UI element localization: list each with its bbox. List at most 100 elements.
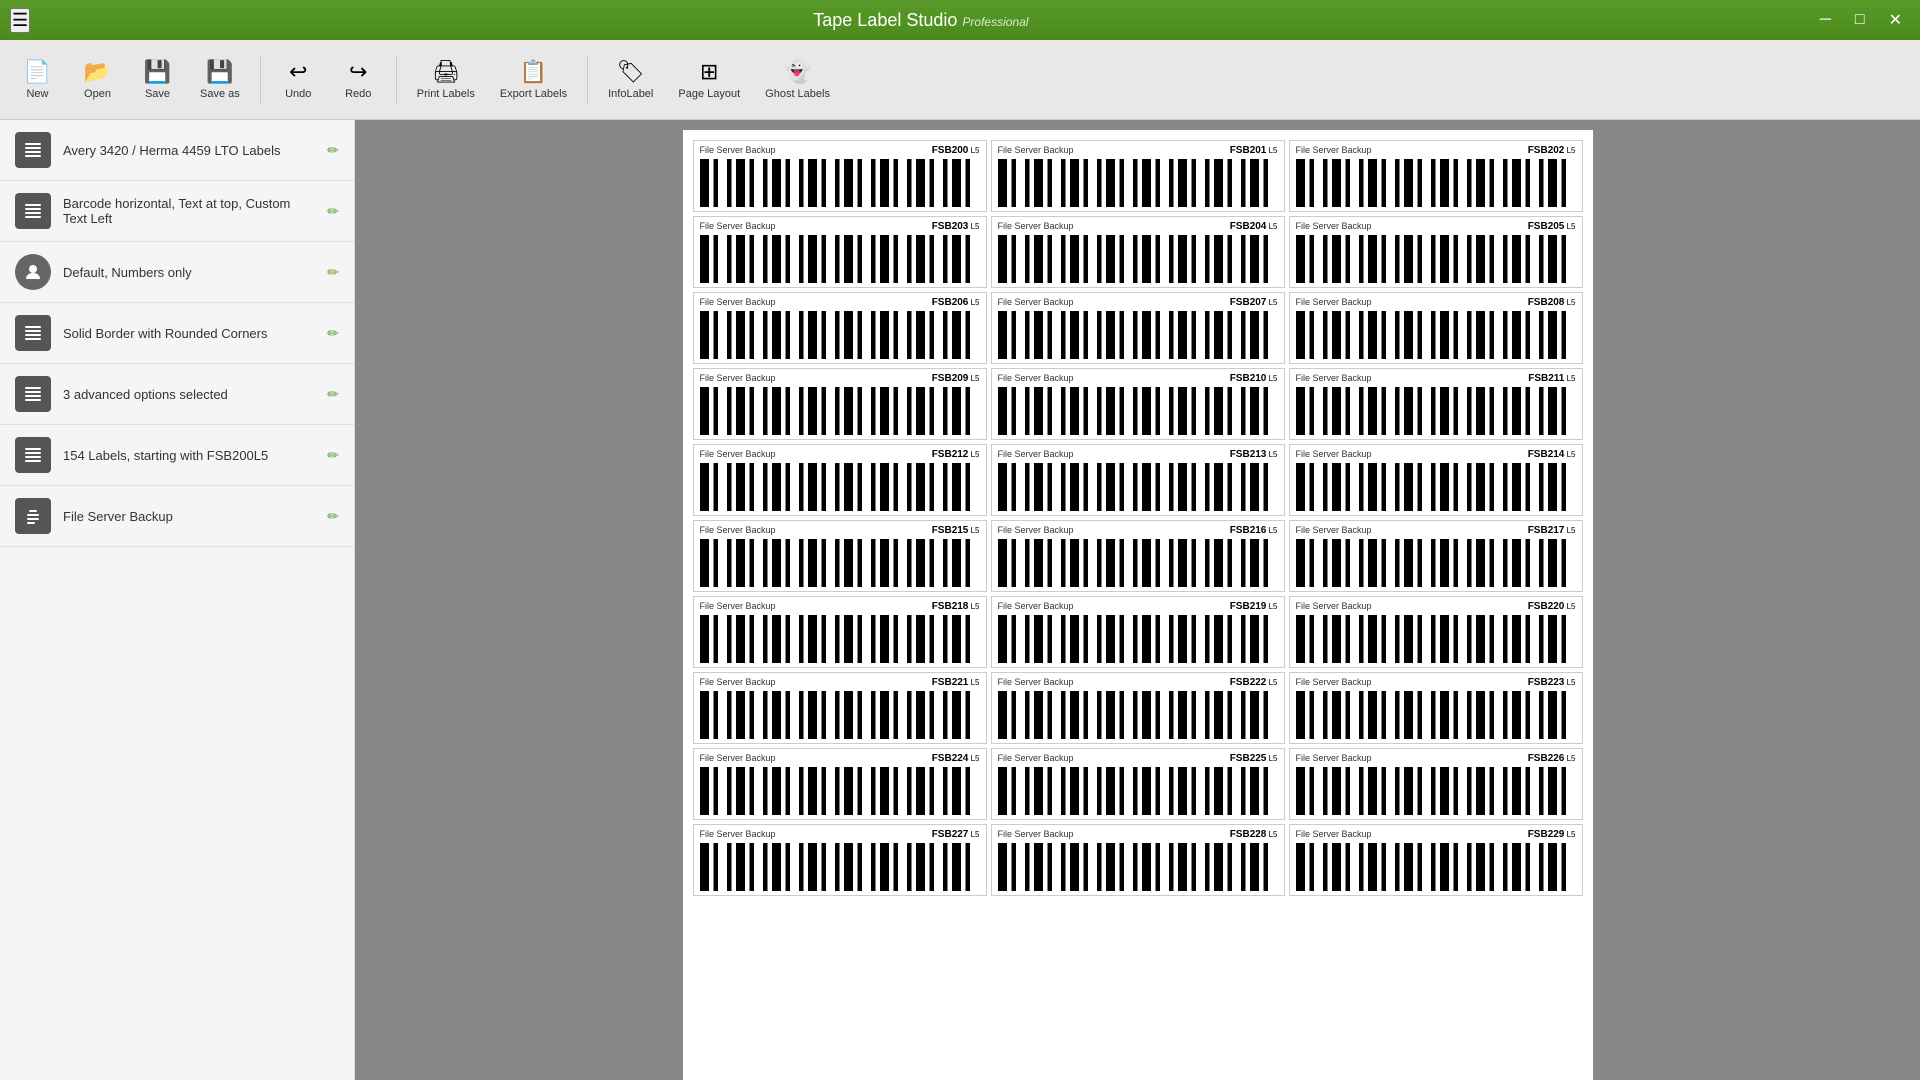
barcode-area	[998, 690, 1278, 739]
barcode-area	[700, 842, 980, 891]
label-cell: File Server Backup FSB229 L5	[1289, 824, 1583, 896]
label-cell: File Server Backup FSB209 L5	[693, 368, 987, 440]
label-suffix: L5	[1564, 526, 1575, 535]
toolbar-export[interactable]: 📋 Export Labels	[490, 54, 577, 105]
label-title-text: File Server Backup	[1296, 677, 1372, 688]
app-subtitle: Professional	[962, 15, 1028, 29]
label-suffix: L5	[968, 754, 979, 763]
barcode-area	[700, 462, 980, 511]
border-edit[interactable]: ✏	[327, 325, 339, 342]
count-icon	[15, 437, 51, 473]
label-suffix: L5	[968, 602, 979, 611]
export-icon: 📋	[520, 59, 547, 85]
label-title-text: File Server Backup	[700, 525, 776, 536]
label-suffix: L5	[1564, 146, 1575, 155]
infolabel-icon: 🏷	[617, 59, 645, 85]
barcode-area	[700, 386, 980, 435]
print-label: Print Labels	[417, 88, 475, 100]
label-code: FSB228 L5	[1230, 829, 1278, 840]
sidebar: Avery 3420 / Herma 4459 LTO Labels ✏ Bar…	[0, 120, 355, 1080]
label-header: File Server Backup FSB204 L5	[998, 221, 1278, 232]
toolbar-ghost-labels[interactable]: 👻 Ghost Labels	[755, 54, 840, 105]
barcode-area	[998, 842, 1278, 891]
toolbar-undo[interactable]: ↩ Undo	[271, 54, 326, 105]
label-header: File Server Backup FSB211 L5	[1296, 373, 1576, 384]
print-icon: 🖨	[432, 59, 460, 85]
layout-text: Barcode horizontal, Text at top, Custom …	[63, 196, 315, 226]
label-suffix: L5	[1266, 602, 1277, 611]
save-as-label: Save as	[200, 88, 240, 100]
toolbar-print[interactable]: 🖨 Print Labels	[407, 54, 485, 105]
layout-icon	[15, 193, 51, 229]
label-code: FSB220 L5	[1528, 601, 1576, 612]
barcode-area	[998, 158, 1278, 207]
advanced-icon	[15, 376, 51, 412]
label-code: FSB223 L5	[1528, 677, 1576, 688]
label-cell: File Server Backup FSB204 L5	[991, 216, 1285, 288]
toolbar-infolabel[interactable]: 🏷 InfoLabel	[598, 54, 663, 105]
minimize-button[interactable]: ─	[1812, 8, 1839, 32]
label-cell: File Server Backup FSB219 L5	[991, 596, 1285, 668]
label-cell: File Server Backup FSB211 L5	[1289, 368, 1583, 440]
toolbar-save[interactable]: 💾 Save	[130, 54, 185, 105]
text-edit[interactable]: ✏	[327, 508, 339, 525]
label-title-text: File Server Backup	[700, 145, 776, 156]
barcode-area	[1296, 234, 1576, 283]
label-cell: File Server Backup FSB210 L5	[991, 368, 1285, 440]
label-header: File Server Backup FSB203 L5	[700, 221, 980, 232]
label-type-icon	[15, 132, 51, 168]
label-code: FSB222 L5	[1230, 677, 1278, 688]
app-title-text: Tape Label Studio	[813, 10, 957, 30]
label-title-text: File Server Backup	[1296, 753, 1372, 764]
open-label: Open	[84, 88, 111, 100]
toolbar-redo[interactable]: ↪ Redo	[331, 54, 386, 105]
advanced-edit[interactable]: ✏	[327, 386, 339, 403]
toolbar-page-layout[interactable]: ⊞ Page Layout	[668, 54, 750, 105]
label-suffix: L5	[1564, 678, 1575, 687]
label-cell: File Server Backup FSB225 L5	[991, 748, 1285, 820]
barcode-area	[700, 310, 980, 359]
content-area[interactable]: File Server Backup FSB200 L5 File Server…	[355, 120, 1920, 1080]
label-header: File Server Backup FSB201 L5	[998, 145, 1278, 156]
sidebar-item-count[interactable]: 154 Labels, starting with FSB200L5 ✏	[0, 425, 354, 486]
label-header: File Server Backup FSB205 L5	[1296, 221, 1576, 232]
label-code: FSB201 L5	[1230, 145, 1278, 156]
sidebar-item-border[interactable]: Solid Border with Rounded Corners ✏	[0, 303, 354, 364]
barcode-area	[1296, 766, 1576, 815]
sidebar-item-layout[interactable]: Barcode horizontal, Text at top, Custom …	[0, 181, 354, 242]
label-header: File Server Backup FSB200 L5	[700, 145, 980, 156]
advanced-text: 3 advanced options selected	[63, 387, 315, 402]
label-header: File Server Backup FSB210 L5	[998, 373, 1278, 384]
barcode-area	[998, 462, 1278, 511]
label-cell: File Server Backup FSB222 L5	[991, 672, 1285, 744]
toolbar-open[interactable]: 📂 Open	[70, 54, 125, 105]
ghost-labels-icon: 👻	[784, 59, 811, 85]
label-title-text: File Server Backup	[1296, 449, 1372, 460]
maximize-button[interactable]: □	[1847, 8, 1873, 32]
label-suffix: L5	[1266, 222, 1277, 231]
label-suffix: L5	[968, 450, 979, 459]
sidebar-item-label-type[interactable]: Avery 3420 / Herma 4459 LTO Labels ✏	[0, 120, 354, 181]
label-cell: File Server Backup FSB224 L5	[693, 748, 987, 820]
label-header: File Server Backup FSB218 L5	[700, 601, 980, 612]
label-title-text: File Server Backup	[998, 221, 1074, 232]
toolbar-save-as[interactable]: 💾 Save as	[190, 54, 250, 105]
label-suffix: L5	[1266, 830, 1277, 839]
new-label: New	[26, 88, 48, 100]
label-cell: File Server Backup FSB200 L5	[693, 140, 987, 212]
count-edit[interactable]: ✏	[327, 447, 339, 464]
close-button[interactable]: ✕	[1881, 8, 1910, 32]
sidebar-item-text[interactable]: File Server Backup ✏	[0, 486, 354, 547]
layout-edit[interactable]: ✏	[327, 203, 339, 220]
default-edit[interactable]: ✏	[327, 264, 339, 281]
label-type-edit[interactable]: ✏	[327, 142, 339, 159]
sidebar-item-default[interactable]: Default, Numbers only ✏	[0, 242, 354, 303]
label-cell: File Server Backup FSB206 L5	[693, 292, 987, 364]
label-code: FSB215 L5	[932, 525, 980, 536]
label-code: FSB225 L5	[1230, 753, 1278, 764]
toolbar-new[interactable]: 📄 New	[10, 54, 65, 105]
label-suffix: L5	[1564, 830, 1575, 839]
sidebar-item-advanced[interactable]: 3 advanced options selected ✏	[0, 364, 354, 425]
label-code: FSB210 L5	[1230, 373, 1278, 384]
menu-button[interactable]: ☰	[10, 8, 30, 33]
